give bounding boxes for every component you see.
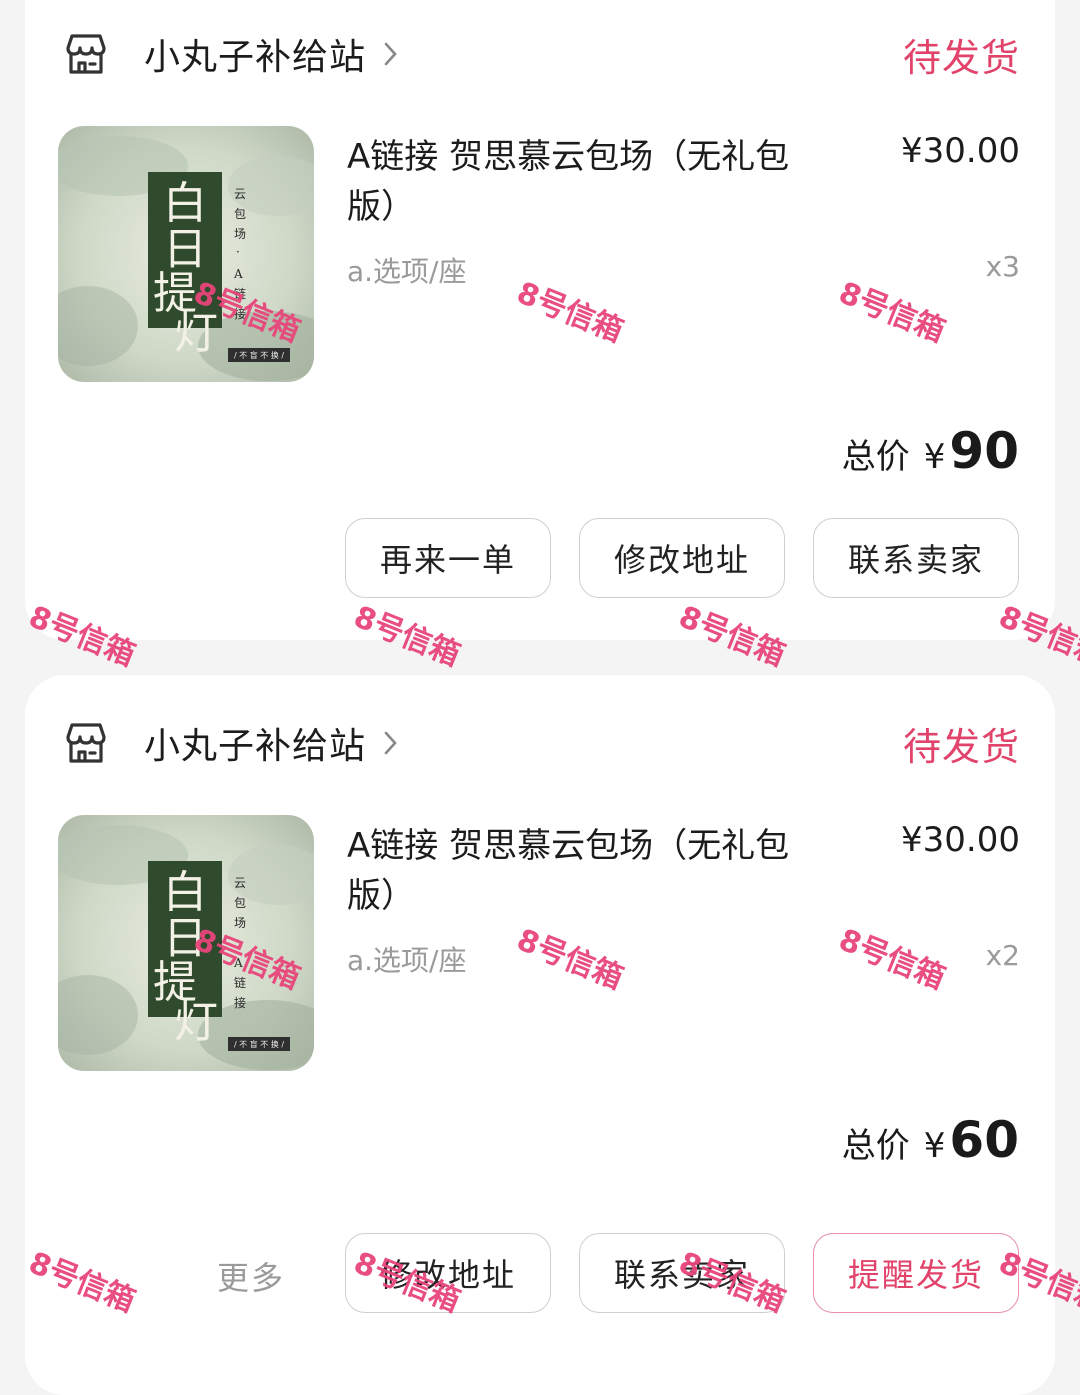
svg-text:·: · (236, 245, 240, 259)
svg-text:场: 场 (234, 227, 246, 241)
product-price: ¥30.00 (901, 820, 1020, 860)
order-status: 待发货 (902, 35, 1020, 80)
order-card[interactable]: 小丸子补给站 待发货 白 日 提 灯 云 包 场 · A 链 接 / 不 盲 不… (25, 675, 1055, 1395)
product-title[interactable]: A链接 贺思慕云包场（无礼包版） (347, 821, 827, 921)
chevron-right-icon[interactable] (382, 728, 400, 758)
svg-text:包: 包 (234, 896, 246, 910)
svg-text:链: 链 (234, 286, 246, 301)
product-quantity: x3 (985, 250, 1020, 283)
svg-text:A: A (233, 267, 243, 281)
svg-text:接: 接 (234, 995, 246, 1010)
remind-shipping-button[interactable]: 提醒发货 (813, 1233, 1019, 1313)
total-label: 总价 (841, 437, 910, 477)
poster-title-char: 白 (163, 178, 207, 229)
shop-icon (62, 719, 110, 767)
reorder-button[interactable]: 再来一单 (345, 518, 551, 598)
svg-text:场: 场 (234, 916, 246, 930)
order-card[interactable]: 小丸子补给站 待发货 白 日 提 灯 云 包 场 · A 链 接 / 不 盲 不… (25, 0, 1055, 640)
change-address-button[interactable]: 修改地址 (579, 518, 785, 598)
order-total: 总价 ¥ 90 (842, 422, 1019, 480)
shop-name[interactable]: 小丸子补给站 (144, 28, 366, 80)
contact-seller-button[interactable]: 联系卖家 (579, 1233, 785, 1313)
contact-seller-button[interactable]: 联系卖家 (813, 518, 1019, 598)
order-header: 小丸子补给站 待发货 (62, 24, 1020, 84)
svg-text:云: 云 (234, 876, 246, 890)
order-header: 小丸子补给站 待发货 (62, 713, 1020, 773)
svg-text:云: 云 (234, 187, 246, 201)
svg-text:包: 包 (234, 207, 246, 221)
svg-text:接: 接 (234, 306, 246, 321)
svg-text:/ 不 盲 不 换 /: / 不 盲 不 换 / (234, 350, 284, 360)
product-thumbnail[interactable]: 白 日 提 灯 云 包 场 · A 链 接 / 不 盲 不 换 / (58, 815, 314, 1071)
order-total: 总价 ¥ 60 (842, 1111, 1019, 1169)
more-button[interactable]: 更多 (217, 1253, 285, 1299)
product-quantity: x2 (985, 939, 1020, 972)
total-amount: 90 (949, 422, 1019, 480)
product-option: a.选项/座 (347, 944, 467, 977)
product-option: a.选项/座 (347, 255, 467, 288)
svg-text:白: 白 (163, 867, 207, 918)
svg-text:/ 不 盲 不 换 /: / 不 盲 不 换 / (234, 1039, 284, 1049)
svg-text:灯: 灯 (174, 308, 218, 359)
shop-icon (62, 30, 110, 78)
change-address-button[interactable]: 修改地址 (345, 1233, 551, 1313)
total-amount: 60 (949, 1111, 1019, 1169)
total-currency: ¥ (923, 437, 946, 477)
chevron-right-icon[interactable] (382, 39, 400, 69)
product-title[interactable]: A链接 贺思慕云包场（无礼包版） (347, 132, 827, 232)
svg-text:A: A (233, 956, 243, 970)
product-thumbnail[interactable]: 白 日 提 灯 云 包 场 · A 链 接 / 不 盲 不 换 / (58, 126, 314, 382)
product-price: ¥30.00 (901, 131, 1020, 171)
svg-text:链: 链 (234, 975, 246, 990)
svg-text:灯: 灯 (174, 997, 218, 1048)
svg-text:·: · (236, 934, 240, 948)
total-currency: ¥ (923, 1126, 946, 1166)
shop-name[interactable]: 小丸子补给站 (144, 717, 366, 769)
order-status: 待发货 (902, 724, 1020, 769)
total-label: 总价 (841, 1126, 910, 1166)
